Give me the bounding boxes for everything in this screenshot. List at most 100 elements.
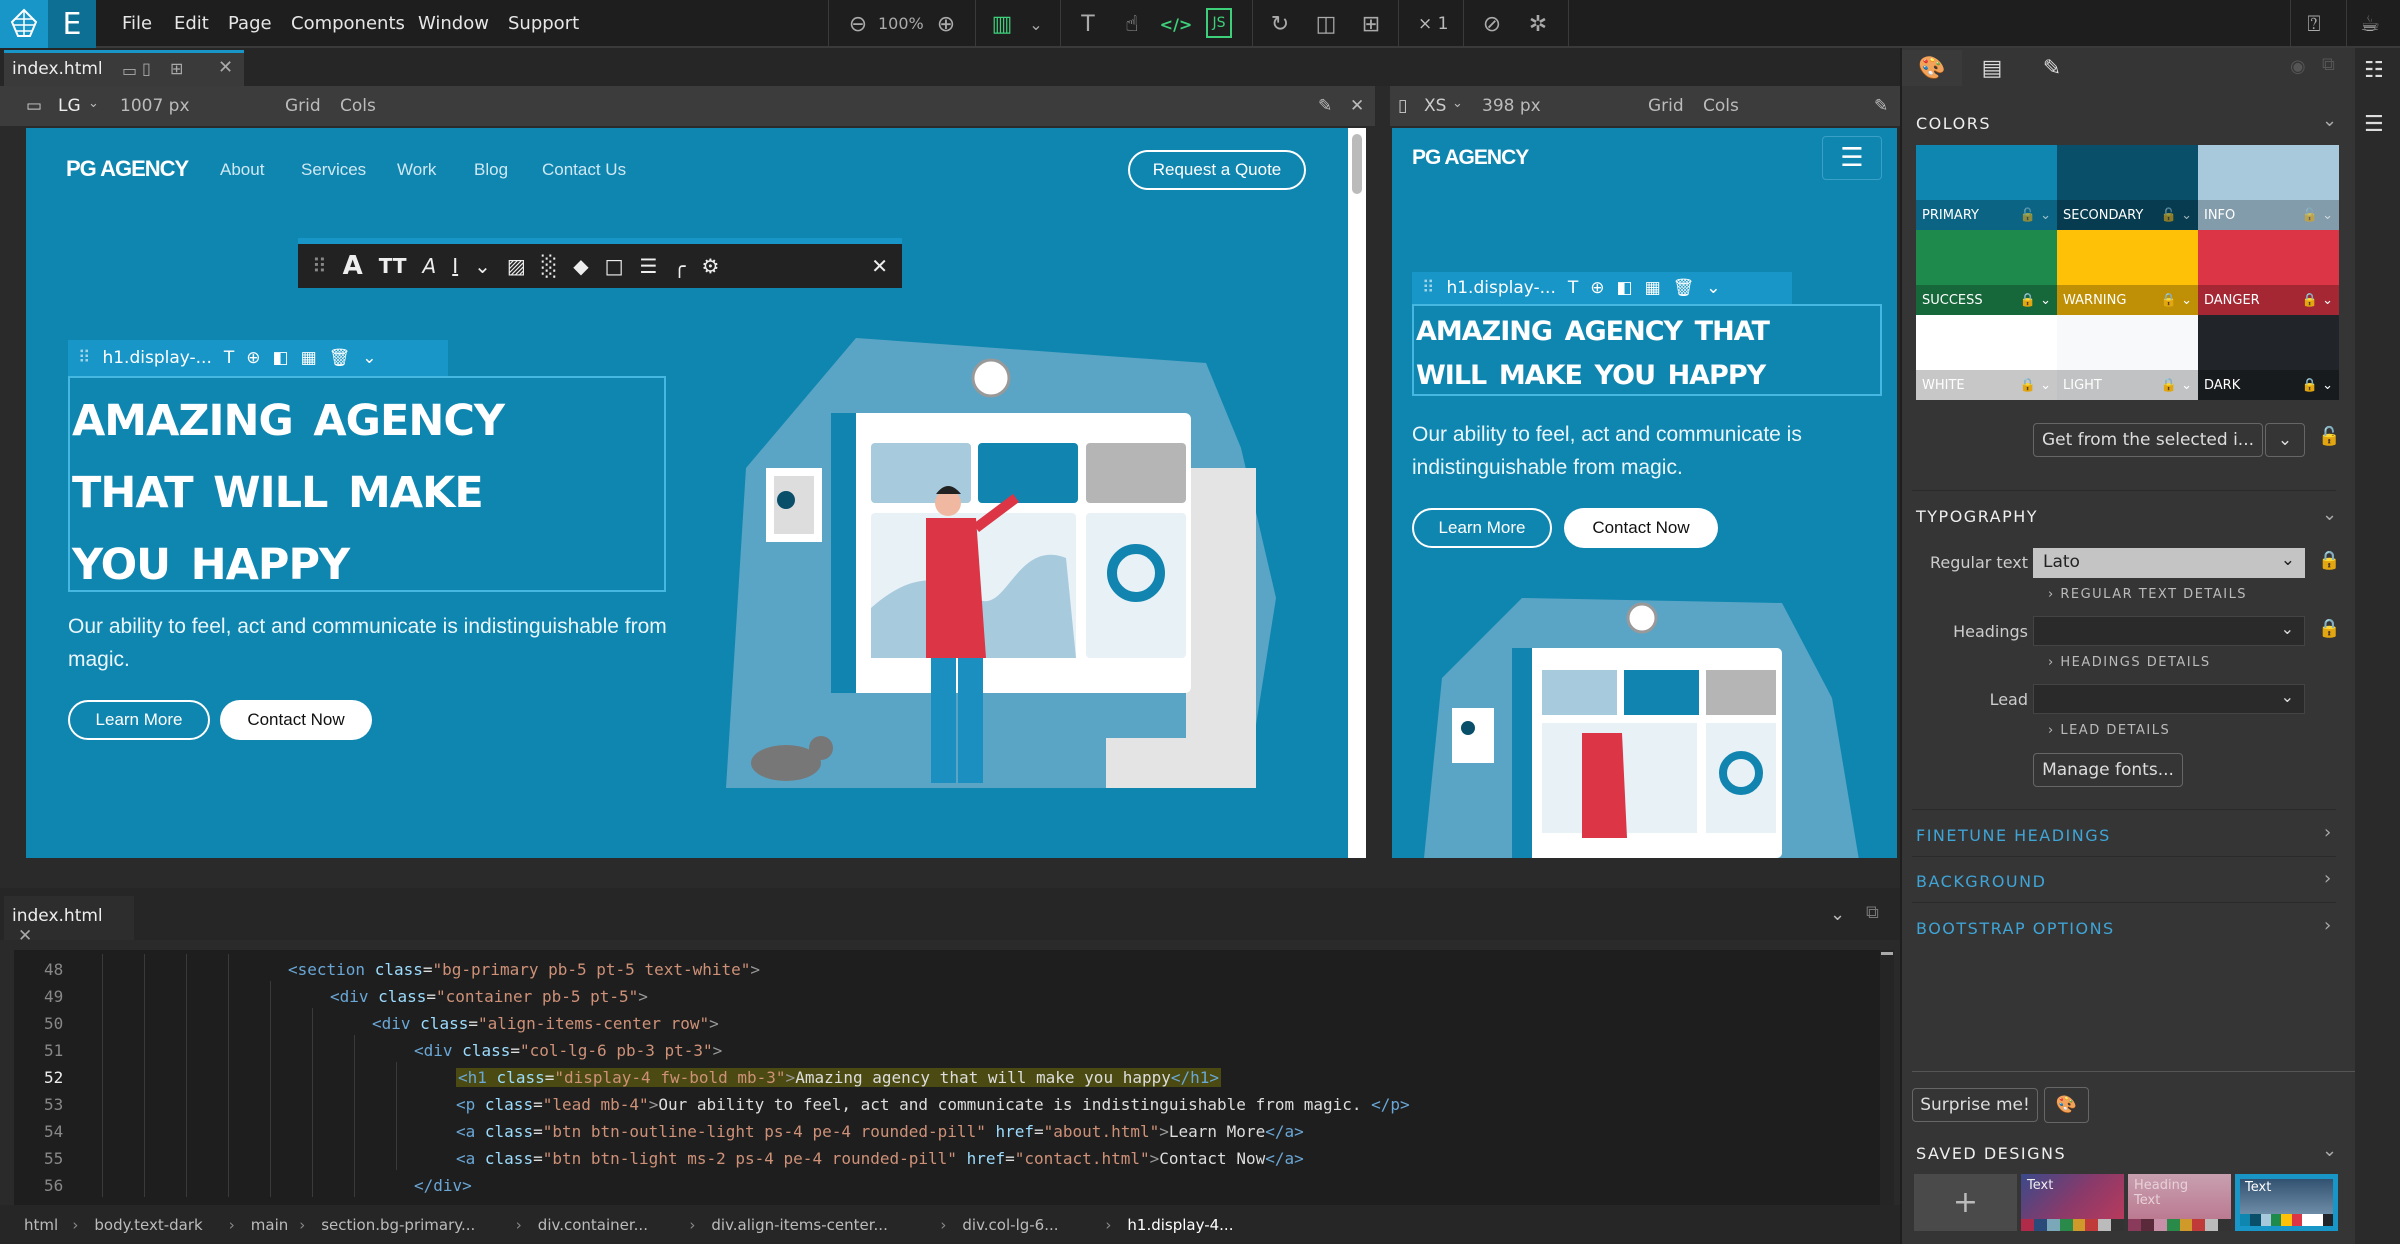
hamburger-menu-icon[interactable]: ☰ xyxy=(1822,136,1882,180)
js-icon[interactable]: JS xyxy=(1206,8,1232,38)
saved-designs-title[interactable]: SAVED DESIGNS xyxy=(1916,1144,2066,1163)
code-line[interactable]: <div class="container pb-5 pt-5"> xyxy=(330,987,648,1006)
pattern-icon[interactable]: ▨ xyxy=(507,254,526,278)
breadcrumb-item[interactable]: div.align-items-center... xyxy=(711,1216,887,1234)
brand-logo[interactable]: PG AGENCY xyxy=(66,156,189,182)
contact-now-button[interactable]: Contact Now xyxy=(220,700,372,740)
settings-sliders-icon[interactable]: ⚙ xyxy=(701,254,719,278)
underline-icon[interactable]: I xyxy=(452,254,458,278)
grid-toggle[interactable]: Grid xyxy=(285,96,321,116)
border-icon[interactable]: □ xyxy=(605,254,624,278)
brush-icon[interactable]: ✎ xyxy=(1318,96,1332,116)
breadcrumb-item[interactable]: div.col-lg-6... xyxy=(962,1216,1058,1234)
code-line[interactable]: <a class="btn btn-light ms-2 ps-4 pe-4 r… xyxy=(456,1149,1304,1168)
editor-mode-button[interactable]: E xyxy=(48,0,96,48)
chevron-down-icon[interactable]: ⌄ xyxy=(88,96,99,111)
preview-icon[interactable]: ◫ xyxy=(1310,8,1342,40)
bootstrap-options-section[interactable]: BOOTSTRAP OPTIONS xyxy=(1916,919,2115,938)
request-quote-button[interactable]: Request a Quote xyxy=(1128,150,1306,190)
zoom-in-icon[interactable]: ⊕ xyxy=(930,8,962,40)
brush-icon[interactable]: ✎ xyxy=(2022,50,2082,86)
menu-file[interactable]: File xyxy=(122,0,152,48)
dots-pattern-icon[interactable]: ░ xyxy=(542,254,557,278)
nav-contact[interactable]: Contact Us xyxy=(542,160,626,180)
color-swatch-info[interactable]: INFO 🔓 ⌄ xyxy=(2198,145,2339,230)
grid-toggle[interactable]: Grid xyxy=(1648,96,1684,116)
align-icon[interactable]: ☰ xyxy=(639,254,657,278)
lead-details[interactable]: › LEAD DETAILS xyxy=(2048,723,2170,738)
code-line[interactable]: <p class="lead mb-4">Our ability to feel… xyxy=(456,1095,1410,1114)
chevron-down-icon[interactable]: ⌄ xyxy=(1706,278,1720,298)
italic-icon[interactable]: A xyxy=(423,254,437,278)
nav-about[interactable]: About xyxy=(220,160,264,180)
selected-heading[interactable]: Amazing agency that will make you happy xyxy=(68,376,666,594)
grid-icon[interactable]: ▦ xyxy=(1645,278,1661,298)
chevron-down-icon[interactable]: ⌄ xyxy=(2265,423,2305,457)
zoom-out-icon[interactable]: ⊖ xyxy=(842,8,874,40)
add-view-icon[interactable]: ⊞ xyxy=(170,59,183,78)
color-swatch-light[interactable]: LIGHT 🔒 ⌄ xyxy=(2057,315,2198,400)
chevron-down-icon[interactable]: ⌄ xyxy=(2322,504,2337,525)
chevron-down-icon[interactable]: ⌄ xyxy=(362,348,376,368)
breadcrumb-item[interactable]: h1.display-4... xyxy=(1127,1216,1233,1234)
phone-icon[interactable]: ▯ xyxy=(142,59,151,78)
code-editor[interactable]: 48 <section class="bg-primary pb-5 pt-5 t… xyxy=(14,950,1886,1205)
lock-icon[interactable]: 🔒 ⌄ xyxy=(2020,293,2051,308)
code-icon[interactable]: </> xyxy=(1160,8,1193,40)
add-element-icon[interactable]: ⊕ xyxy=(246,348,260,368)
chevron-down-icon[interactable]: ⌄ xyxy=(1020,8,1052,40)
menu-components[interactable]: Components xyxy=(291,0,405,48)
app-logo[interactable] xyxy=(0,0,48,48)
unlock-icon[interactable]: 🔓 ⌄ xyxy=(2302,208,2333,223)
colors-section-title[interactable]: COLORS xyxy=(1916,114,1991,133)
text-cursor-icon[interactable]: T xyxy=(1072,8,1104,40)
drag-handle-icon[interactable]: ⠿ xyxy=(312,254,327,278)
unlock-icon[interactable]: 🔓 ⌄ xyxy=(2161,208,2192,223)
background-section[interactable]: BACKGROUND xyxy=(1916,872,2046,891)
lock-icon[interactable]: 🔒 ⌄ xyxy=(2302,378,2333,393)
menu-page[interactable]: Page xyxy=(228,0,272,48)
saved-design-thumb-selected[interactable]: Text xyxy=(2235,1174,2338,1231)
lock-icon[interactable]: 🔒 ⌄ xyxy=(2302,293,2333,308)
menu-window[interactable]: Window xyxy=(418,0,489,48)
lead-select[interactable]: ⌄ xyxy=(2033,684,2305,714)
brand-logo[interactable]: PG AGENCY xyxy=(1412,146,1529,170)
drag-handle-icon[interactable]: ⠿ xyxy=(1422,278,1434,298)
breadcrumb-item[interactable]: div.container... xyxy=(538,1216,648,1234)
cols-toggle[interactable]: Cols xyxy=(340,96,376,116)
help-icon[interactable]: ⍰ xyxy=(2298,8,2330,40)
unlock-icon[interactable]: 🔓 xyxy=(2318,426,2340,447)
small-caps-icon[interactable]: TT xyxy=(379,254,407,278)
xs-canvas[interactable]: PG AGENCY ☰ ⠿ h1.display-... T ⊕ ◧ ▦ 🗑 ⌄… xyxy=(1392,128,1897,858)
close-icon[interactable]: ✕ xyxy=(18,926,32,946)
target-icon[interactable]: ✲ xyxy=(1522,8,1554,40)
menu-edit[interactable]: Edit xyxy=(174,0,209,48)
finetune-headings-section[interactable]: FINETUNE HEADINGS xyxy=(1916,826,2111,845)
code-tab[interactable]: index.html ✕ xyxy=(4,896,134,946)
surprise-me-button[interactable]: Surprise me! xyxy=(1912,1088,2038,1122)
color-swatch-secondary[interactable]: SECONDARY 🔓 ⌄ xyxy=(2057,145,2198,230)
eye-icon[interactable]: ◉ xyxy=(2290,56,2306,77)
code-line[interactable]: <div class="align-items-center row"> xyxy=(372,1014,719,1033)
manage-fonts-button[interactable]: Manage fonts... xyxy=(2033,753,2183,787)
radius-icon[interactable]: ╭ xyxy=(673,254,685,278)
size-select[interactable]: LG xyxy=(58,96,81,116)
breadcrumb-item[interactable]: section.bg-primary... xyxy=(321,1216,475,1234)
breadcrumb-item[interactable]: body.text-dark xyxy=(94,1216,202,1234)
brush-icon[interactable]: ✎ xyxy=(1874,96,1888,116)
breadcrumb-item[interactable]: html xyxy=(24,1216,58,1234)
code-line[interactable]: <div class="col-lg-6 pb-3 pt-3"> xyxy=(414,1041,722,1060)
palette-icon[interactable]: 🎨 xyxy=(1902,50,1962,86)
lock-icon[interactable]: 🔒 ⌄ xyxy=(2161,293,2192,308)
close-icon[interactable]: ✕ xyxy=(1350,96,1364,116)
layout-icon[interactable]: ▥ xyxy=(986,8,1018,40)
color-swatch-success[interactable]: SUCCESS 🔒 ⌄ xyxy=(1916,230,2057,315)
chevron-down-icon[interactable]: ⌄ xyxy=(2322,1140,2337,1161)
drag-handle-icon[interactable]: ⠿ xyxy=(78,348,90,368)
detach-icon[interactable]: ⧉ xyxy=(1866,902,1879,923)
typography-section-title[interactable]: TYPOGRAPHY xyxy=(1916,507,2038,526)
settings-sliders-icon[interactable]: ☷ xyxy=(2364,58,2384,83)
lock-icon[interactable]: 🔒 xyxy=(2318,618,2340,639)
palette-icon[interactable]: 🎨 xyxy=(2044,1087,2089,1123)
trash-icon[interactable]: 🗑 xyxy=(1673,278,1695,298)
